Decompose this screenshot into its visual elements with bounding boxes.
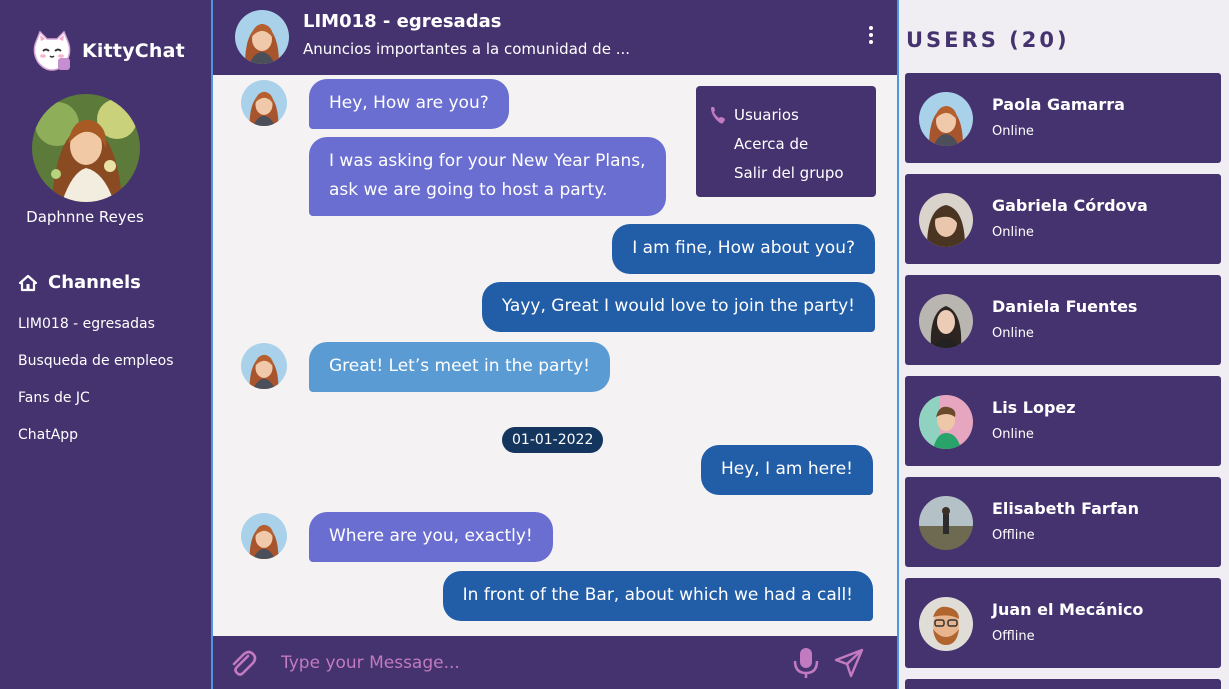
microphone-icon[interactable]: [791, 646, 821, 680]
menu-item-label: Usuarios: [734, 105, 799, 124]
menu-item-usuarios[interactable]: Usuarios: [708, 100, 876, 129]
cat-logo-icon: [33, 30, 71, 71]
sender-avatar: [241, 343, 287, 389]
message-input[interactable]: [281, 648, 761, 678]
user-card[interactable]: Juan el Mecánico Offline: [905, 578, 1221, 668]
user-name: Juan el Mecánico: [992, 600, 1144, 619]
chat-header: LIM018 - egresadas Anuncios importantes …: [213, 0, 897, 75]
channel-list: LIM018 - egresadas Busqueda de empleos F…: [18, 314, 174, 462]
user-avatar: [919, 193, 973, 247]
send-icon[interactable]: [833, 647, 865, 679]
chat-title: LIM018 - egresadas: [303, 11, 502, 32]
user-status: Offline: [992, 629, 1035, 644]
message-outgoing: Hey, I am here!: [700, 445, 873, 495]
message-incoming: Great! Let’s meet in the party!: [309, 342, 611, 392]
user-name: Lis Lopez: [992, 398, 1076, 417]
paperclip-icon[interactable]: [227, 647, 259, 679]
message-line: I was asking for your New Year Plans,: [329, 151, 646, 171]
user-avatar: [919, 294, 973, 348]
date-divider: 01-01-2022: [502, 427, 604, 453]
user-card[interactable]: Lis Lopez Online: [905, 376, 1221, 466]
user-name: Paola Gamarra: [992, 95, 1125, 114]
channels-title: Channels: [48, 272, 141, 293]
message-line: ask we are going to host a party.: [329, 180, 608, 200]
chat-options-menu: Usuarios Acerca de Salir del grupo: [696, 86, 876, 197]
menu-item-acerca-de[interactable]: Acerca de: [708, 129, 876, 158]
sidebar: KittyChat Daphnne Reyes Channels LIM018 …: [0, 0, 211, 689]
message-incoming: Hey, How are you?: [309, 79, 509, 129]
message-outgoing: In front of the Bar, about which we had …: [442, 571, 873, 621]
home-icon: [18, 274, 38, 291]
group-avatar[interactable]: [235, 10, 289, 64]
message-outgoing: Yayy, Great I would love to join the par…: [481, 282, 875, 332]
channel-item-fans-jc[interactable]: Fans de JC: [18, 388, 174, 425]
user-status: Online: [992, 326, 1034, 341]
user-name: Daniela Fuentes: [992, 297, 1138, 316]
user-avatar: [919, 597, 973, 651]
user-avatar: [919, 92, 973, 146]
message-outgoing: I am fine, How about you?: [612, 224, 875, 274]
chat-subtitle: Anuncios importantes a la comunidad de .…: [303, 40, 631, 58]
channels-header: Channels: [18, 272, 141, 293]
channel-item-busqueda[interactable]: Busqueda de empleos: [18, 351, 174, 388]
menu-item-label: Salir del grupo: [734, 163, 844, 182]
channel-item-lim018[interactable]: LIM018 - egresadas: [18, 314, 174, 351]
user-name: Elisabeth Farfan: [992, 499, 1139, 518]
user-card[interactable]: [905, 679, 1221, 689]
user-card[interactable]: Daniela Fuentes Online: [905, 275, 1221, 365]
profile-name: Daphnne Reyes: [26, 208, 144, 226]
chat-panel: LIM018 - egresadas Anuncios importantes …: [211, 0, 899, 689]
sender-avatar: [241, 513, 287, 559]
phone-icon: [711, 106, 725, 123]
user-avatar: [919, 395, 973, 449]
brand[interactable]: KittyChat: [30, 30, 185, 72]
more-options-icon[interactable]: [867, 26, 875, 48]
users-panel: USERS (20) Paola Gamarra Online Gabriela…: [899, 0, 1229, 689]
message-incoming: I was asking for your New Year Plans, as…: [309, 137, 666, 216]
user-name: Gabriela Córdova: [992, 196, 1148, 215]
sender-avatar: [241, 80, 287, 126]
user-avatar: [919, 496, 973, 550]
menu-item-label: Acerca de: [734, 134, 809, 153]
app-name: KittyChat: [82, 40, 185, 62]
message-incoming: Where are you, exactly!: [309, 512, 553, 562]
user-card[interactable]: Elisabeth Farfan Offline: [905, 477, 1221, 567]
profile-avatar[interactable]: [32, 94, 140, 202]
channel-item-chatapp[interactable]: ChatApp: [18, 425, 174, 462]
user-status: Online: [992, 225, 1034, 240]
user-status: Online: [992, 124, 1034, 139]
users-title: USERS (20): [906, 28, 1070, 52]
user-card[interactable]: Paola Gamarra Online: [905, 73, 1221, 163]
user-status: Online: [992, 427, 1034, 442]
menu-item-salir-del-grupo[interactable]: Salir del grupo: [708, 158, 876, 187]
user-card[interactable]: Gabriela Córdova Online: [905, 174, 1221, 264]
user-status: Offline: [992, 528, 1035, 543]
message-composer: [213, 636, 897, 689]
